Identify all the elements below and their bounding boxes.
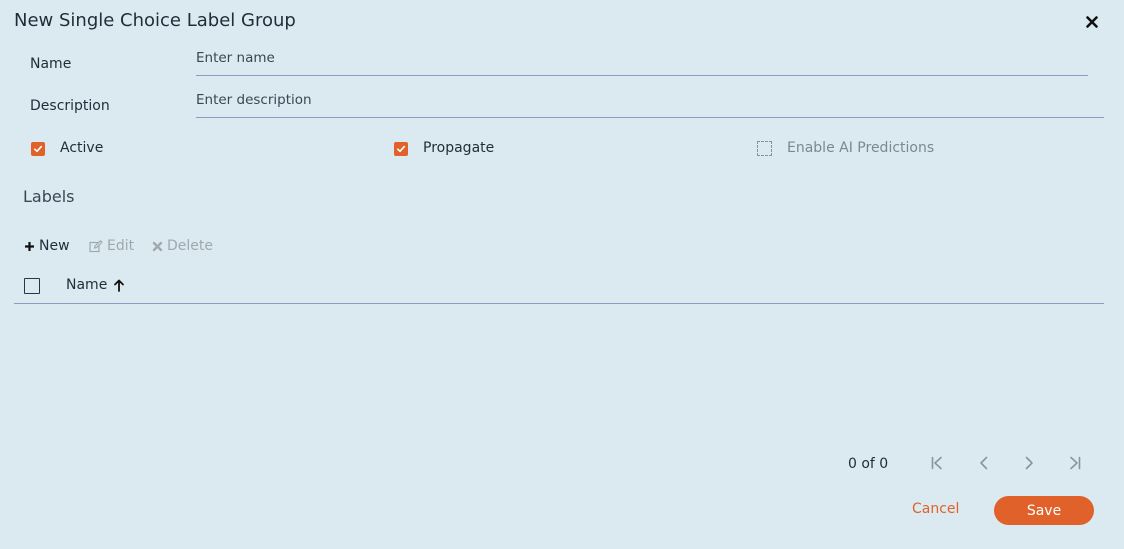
chevron-right-icon xyxy=(1025,456,1033,470)
new-button-label: New xyxy=(39,238,70,254)
propagate-checkbox[interactable] xyxy=(394,142,408,156)
close-button[interactable] xyxy=(1083,12,1101,32)
active-checkbox[interactable] xyxy=(31,142,45,156)
first-page-icon xyxy=(931,456,942,470)
sort-ascending-arrow-icon xyxy=(114,279,125,292)
chevron-left-icon xyxy=(980,456,988,470)
name-column-label: Name xyxy=(66,277,108,293)
delete-x-icon xyxy=(152,241,163,251)
dialog-title: New Single Choice Label Group xyxy=(14,10,296,31)
last-page-icon xyxy=(1070,456,1081,470)
labels-section-title: Labels xyxy=(23,187,75,206)
name-column-header[interactable]: Name xyxy=(66,277,125,293)
name-label: Name xyxy=(30,56,72,72)
first-page-button[interactable] xyxy=(927,453,947,473)
delete-label-button[interactable]: Delete xyxy=(152,238,213,254)
new-label-button[interactable]: New xyxy=(24,238,70,254)
name-input[interactable] xyxy=(196,47,1088,76)
cancel-button[interactable]: Cancel xyxy=(912,501,959,517)
checkmark-icon xyxy=(34,145,43,153)
plus-icon xyxy=(25,241,34,251)
save-button[interactable]: Save xyxy=(994,496,1094,525)
active-label: Active xyxy=(60,140,104,156)
delete-button-label: Delete xyxy=(167,238,213,254)
propagate-label: Propagate xyxy=(423,140,495,156)
enable-ai-predictions-checkbox[interactable] xyxy=(757,141,772,156)
pager-status: 0 of 0 xyxy=(848,456,889,472)
edit-icon xyxy=(89,239,103,252)
select-all-checkbox[interactable] xyxy=(24,278,40,294)
table-header-divider xyxy=(14,303,1104,304)
previous-page-button[interactable] xyxy=(974,453,994,473)
edit-button-label: Edit xyxy=(107,238,135,254)
last-page-button[interactable] xyxy=(1065,453,1085,473)
description-label: Description xyxy=(30,98,110,114)
enable-ai-predictions-label: Enable AI Predictions xyxy=(787,140,935,156)
next-page-button[interactable] xyxy=(1019,453,1039,473)
description-input[interactable] xyxy=(196,89,1104,118)
edit-label-button[interactable]: Edit xyxy=(89,238,134,254)
checkmark-icon xyxy=(397,145,406,153)
close-icon xyxy=(1086,16,1098,28)
